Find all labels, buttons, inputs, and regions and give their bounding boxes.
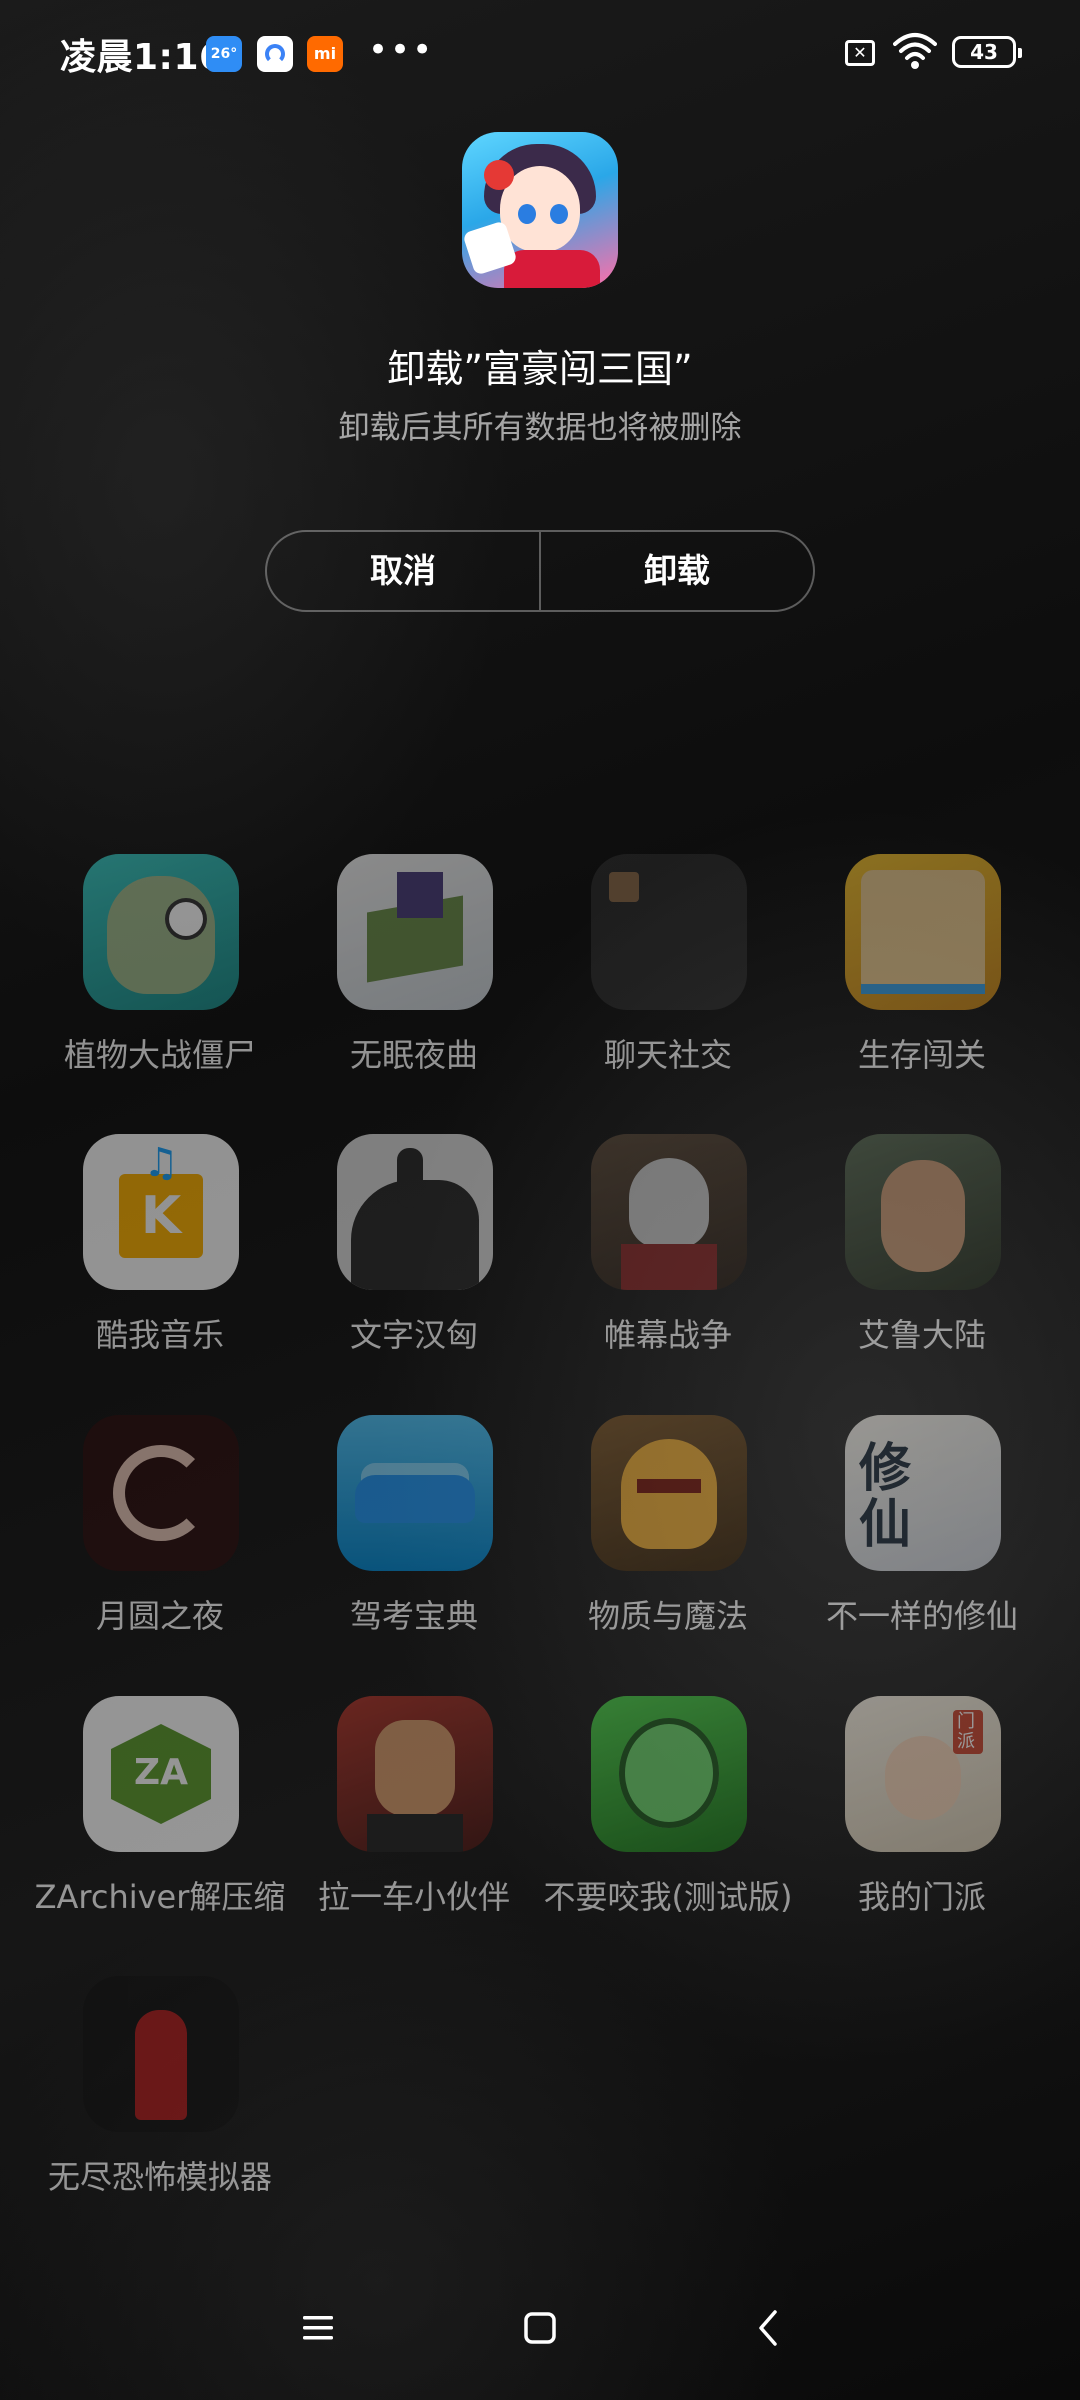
more-notifications-icon: ••• [368,30,435,70]
status-bar: 凌晨1:16 26° mi ••• ✕ 43 [0,0,1080,104]
menpai-icon [845,1696,1001,1852]
navigation-bar [0,2288,1080,2378]
uninstall-title: 卸载”富豪闯三国” [387,347,693,391]
app-item[interactable]: 植物大战僵尸 [33,854,287,1104]
app-label: ZArchiver解压缩 [34,1878,286,1916]
horse-rider-icon [337,1134,493,1290]
app-label: 无眠夜曲 [349,1036,478,1074]
knight-icon [591,1134,747,1290]
app-item[interactable]: 月圆之夜 [33,1415,287,1665]
app-label: 酷我音乐 [95,1316,224,1354]
home-button[interactable] [510,2298,570,2358]
spartan-helmet-icon [591,1415,747,1571]
app-item[interactable]: 不一样的修仙 [795,1415,1049,1665]
horror-girl-icon [83,1976,239,2132]
zarchiver-icon [83,1696,239,1852]
app-label: 不要咬我(测试版) [543,1878,793,1916]
app-label: 无尽恐怖模拟器 [47,2158,272,2196]
app-item[interactable]: 无眠夜曲 [287,854,541,1104]
chat-folder-icon [591,854,747,1010]
app-label: 帷幕战争 [603,1316,732,1354]
recents-button[interactable] [288,2298,348,2358]
xiuxian-icon [845,1415,1001,1571]
browser-notification-icon [257,36,293,72]
wifi-icon [893,33,937,69]
app-item[interactable]: 艾鲁大陆 [795,1134,1049,1384]
weather-icon: 26° [206,36,242,72]
app-label: 聊天社交 [603,1036,732,1074]
app-item[interactable]: ZArchiver解压缩 [33,1696,287,1946]
home-square-icon [524,2312,556,2344]
app-label: 物质与魔法 [587,1597,748,1635]
app-label: 生存闯关 [857,1036,986,1074]
app-label: 文字汉匈 [349,1316,478,1354]
no-sim-icon: ✕ [845,40,875,66]
app-item[interactable]: 驾考宝典 [287,1415,541,1665]
battery-icon: 43 [952,36,1022,68]
app-label: 不一样的修仙 [825,1597,1018,1635]
kuwo-music-icon [83,1134,239,1290]
app-label: 月圆之夜 [95,1597,224,1635]
uninstall-button[interactable]: 卸载 [541,532,813,610]
app-item[interactable]: 无尽恐怖模拟器 [33,1976,287,2226]
app-label: 我的门派 [857,1878,986,1916]
back-chevron-icon [759,2310,777,2346]
dialog-button-group: 取消 卸载 [265,530,815,612]
app-icon-fuhao-sanguo [462,132,618,288]
green-zombie-icon [591,1696,747,1852]
app-label: 驾考宝典 [349,1597,478,1635]
mi-notification-icon: mi [307,36,343,72]
app-folder[interactable]: 聊天社交 [541,854,795,1104]
uninstall-subtitle: 卸载后其所有数据也将被删除 [338,410,742,446]
pvz-zombie-icon [83,854,239,1010]
warrior-portrait-icon [845,1134,1001,1290]
app-item[interactable]: 我的门派 [795,1696,1049,1946]
survival-puzzle-icon [845,854,1001,1010]
menu-icon [303,2316,333,2340]
app-item[interactable]: 物质与魔法 [541,1415,795,1665]
app-label: 艾鲁大陆 [857,1316,986,1354]
app-item[interactable]: 生存闯关 [795,854,1049,1104]
app-label: 拉一车小伙伴 [317,1878,510,1916]
app-item[interactable]: 拉一车小伙伴 [287,1696,541,1946]
angry-man-icon [337,1696,493,1852]
status-time: 凌晨1:16 [60,37,225,78]
app-item[interactable]: 文字汉匈 [287,1134,541,1384]
back-button[interactable] [738,2298,798,2358]
app-label: 植物大战僵尸 [63,1036,256,1074]
full-moon-icon [83,1415,239,1571]
app-item[interactable]: 酷我音乐 [33,1134,287,1384]
car-icon [337,1415,493,1571]
app-item[interactable]: 不要咬我(测试版) [541,1696,795,1946]
night-castle-icon [337,854,493,1010]
app-item[interactable]: 帷幕战争 [541,1134,795,1384]
cancel-button[interactable]: 取消 [267,532,539,610]
